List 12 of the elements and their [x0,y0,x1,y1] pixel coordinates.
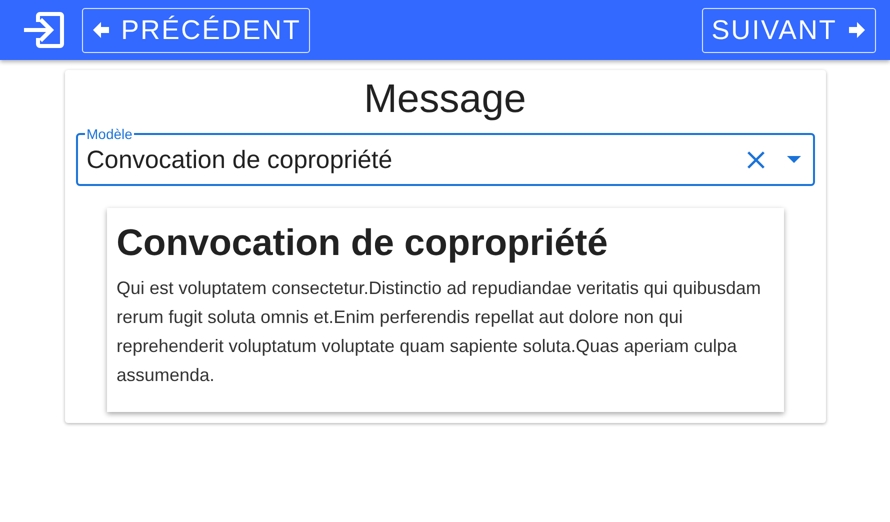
template-select[interactable]: Modèle Convocation de copropriété [76,128,814,186]
arrow-left-icon [91,20,111,40]
previous-button[interactable]: PRÉCÉDENT [82,8,310,52]
next-button[interactable]: SUIVANT [702,8,876,52]
dropdown-icon[interactable] [786,156,800,164]
arrow-right-icon [847,20,867,40]
preview-text: Qui est voluptatem consectetur.Distinctio ad repudiandae veritatis qui quibusdam rerum fugit soluta omnis et.Enim perferendis repellat aut dolore non qui reprehenderit voluptatum voluptate quam sapiente soluta.Quas aperiam culpa assumenda. [116,277,762,387]
card-title: Message [362,76,528,123]
field-label: Modèle [86,128,134,140]
preview-heading: Convocation de copropriété [116,222,609,264]
select-value: Convocation de copropriété [86,146,394,174]
clear-icon[interactable] [744,149,766,171]
